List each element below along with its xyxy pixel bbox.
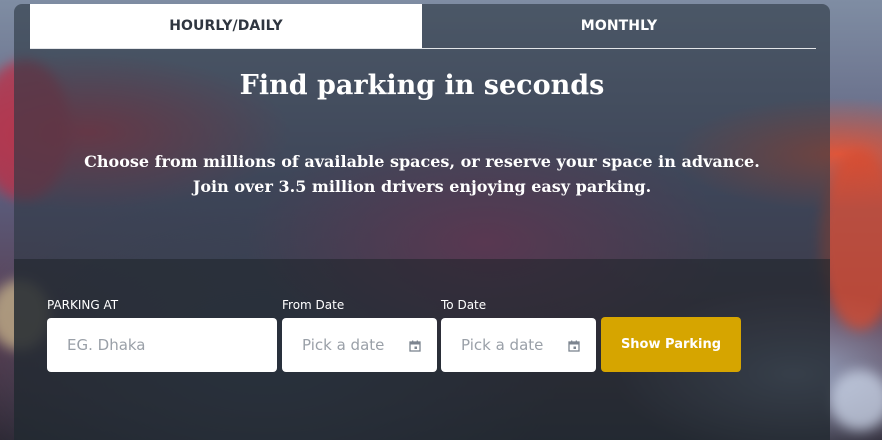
from-date-label: From Date xyxy=(282,298,345,312)
page-subtitle: Choose from millions of available spaces… xyxy=(14,149,830,199)
calendar-icon xyxy=(409,340,421,352)
to-date-label: To Date xyxy=(441,298,487,312)
calendar-icon xyxy=(568,340,580,352)
subtitle-line-2: Join over 3.5 million drivers enjoying e… xyxy=(192,177,652,196)
to-date-input[interactable]: Pick a date xyxy=(441,318,596,372)
show-parking-button[interactable]: Show Parking xyxy=(601,317,741,372)
from-date-placeholder: Pick a date xyxy=(302,336,385,354)
tab-hourly-daily[interactable]: HOURLY/DAILY xyxy=(30,4,422,48)
to-date-placeholder: Pick a date xyxy=(461,336,544,354)
from-date-input[interactable]: Pick a date xyxy=(282,318,437,372)
parking-at-label: PARKING AT xyxy=(47,298,119,312)
search-panel: HOURLY/DAILY MONTHLY Find parking in sec… xyxy=(14,4,830,440)
background-tree xyxy=(830,370,882,430)
parking-at-input[interactable]: EG. Dhaka xyxy=(47,318,277,372)
subtitle-line-1: Choose from millions of available spaces… xyxy=(84,152,760,171)
page-title: Find parking in seconds xyxy=(239,70,605,101)
parking-type-tabs: HOURLY/DAILY MONTHLY xyxy=(30,4,816,49)
tab-monthly[interactable]: MONTHLY xyxy=(422,4,816,48)
